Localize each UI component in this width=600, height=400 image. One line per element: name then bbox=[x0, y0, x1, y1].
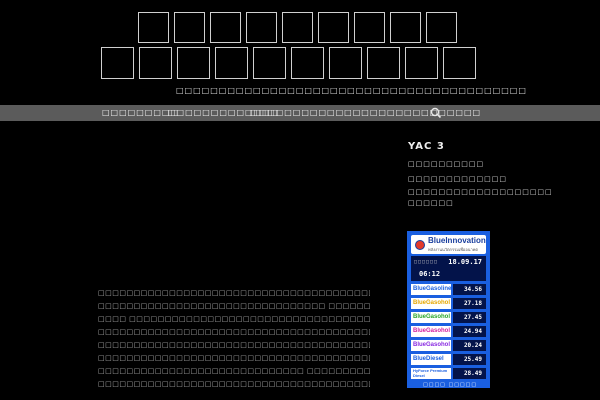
title-glyph bbox=[246, 12, 277, 43]
widget-footer: □□□□ □□□□□ bbox=[423, 382, 478, 388]
fuel-price: 34.56 bbox=[453, 284, 486, 295]
fuel-price: 27.18 bbox=[453, 298, 486, 309]
excerpt-line: □□□□□□□□□□□□□□□□□□□□□□□□□□□□□□□□□□□□□□□□… bbox=[98, 289, 370, 297]
title-glyph bbox=[174, 12, 205, 43]
fuel-price: 20.24 bbox=[453, 340, 486, 351]
excerpt-line: □□□□ □□□□□□□□□□□□□□□□□□□□□□□□□□□□□□□□□□□… bbox=[98, 315, 370, 323]
sidebar-widget-title: YAC 3 bbox=[408, 141, 445, 152]
site-title-row-2[interactable] bbox=[101, 47, 476, 79]
title-glyph bbox=[329, 47, 362, 79]
fuel-price-row: BlueGasoline 34.56 bbox=[411, 284, 486, 295]
title-glyph bbox=[210, 12, 241, 43]
fuel-name: HyForce Premium Diesel bbox=[411, 368, 451, 379]
main-navigation: □□□□□□□□□ □□□□□□□□□□□□□ □□□□□□□□□□□□□□□□… bbox=[0, 105, 600, 121]
title-glyph bbox=[253, 47, 286, 79]
fuel-price-row: BlueGasohol 27.45 bbox=[411, 312, 486, 323]
sidebar-link[interactable]: □□□□□□ bbox=[408, 199, 454, 207]
fuel-name: BlueDiesel bbox=[411, 354, 451, 365]
sidebar-link[interactable]: □□□□□□□□□□ bbox=[408, 160, 484, 168]
fuel-price: 25.49 bbox=[453, 354, 486, 365]
title-glyph bbox=[443, 47, 476, 79]
site-header: □□□□□□□□□□□□□□□□□□□□□□□□□□□□□□□□□□□□□□□□… bbox=[0, 0, 600, 105]
fuel-price: 24.94 bbox=[453, 326, 486, 337]
title-glyph bbox=[282, 12, 313, 43]
title-glyph bbox=[390, 12, 421, 43]
price-date: 18.09.17 bbox=[448, 258, 482, 266]
fuel-name: BlueGasohol bbox=[411, 326, 451, 337]
title-glyph bbox=[215, 47, 248, 79]
search-icon[interactable] bbox=[428, 105, 444, 121]
title-glyph bbox=[101, 47, 134, 79]
fuel-name: BlueGasohol bbox=[411, 298, 451, 309]
excerpt-line: □□□□□□□□□□□□□□□□□□□□□□□□□□□□□□□□□□□□□□□□… bbox=[98, 380, 370, 388]
fuel-price-row: BlueGasohol 20.24 bbox=[411, 340, 486, 351]
title-glyph bbox=[291, 47, 324, 79]
title-glyph bbox=[138, 12, 169, 43]
site-title-row-1[interactable] bbox=[138, 12, 457, 43]
sidebar-link[interactable]: □□□□□□□□□□□□□ bbox=[408, 175, 507, 183]
fuel-price-row: BlueDiesel 25.49 bbox=[411, 354, 486, 365]
drop-icon bbox=[415, 239, 425, 250]
excerpt-line: □□□□□□□□□□□□□□□□□□□□□□□□□□□□□ □□□□□□□□□□… bbox=[98, 367, 370, 375]
price-time: 06:12 bbox=[419, 270, 441, 278]
fuel-name: BlueGasoline bbox=[411, 284, 451, 295]
price-date-panel: □□□□□□ 18.09.17 06:12 bbox=[411, 256, 486, 281]
title-glyph bbox=[367, 47, 400, 79]
title-glyph bbox=[318, 12, 349, 43]
excerpt-line: □□□□□□□□□□□□□□□□□□□□□□□□□□□□□□□□□□□□□□□□… bbox=[98, 341, 370, 349]
fuel-price-row: BlueGasohol 27.18 bbox=[411, 298, 486, 309]
post-excerpt: □□□□□□□□□□□□□□□□□□□□□□□□□□□□□□□□□□□□□□ □□… bbox=[98, 287, 370, 391]
brand-name: BlueInnovation พลังงานนวัตกรรมเพื่ออนาคต bbox=[428, 235, 486, 252]
fuel-price-row: BlueGasohol 24.94 bbox=[411, 326, 486, 337]
sidebar-link[interactable]: □□□□□□□□□□□□□□□□□□□ bbox=[408, 188, 553, 196]
title-glyph bbox=[426, 12, 457, 43]
fuel-price: 27.45 bbox=[453, 312, 486, 323]
title-glyph bbox=[405, 47, 438, 79]
excerpt-line: □□□□□□□□□□□□□□□□□□□□□□□□□□□□□□□□□□□□□□□□… bbox=[98, 328, 370, 336]
fuel-price-row: HyForce Premium Diesel 28.49 bbox=[411, 368, 486, 379]
title-glyph bbox=[139, 47, 172, 79]
excerpt-line: □□□□□□□□□□□□□□□□□□□□□□□□□□□□□□□□□□□□□□□□… bbox=[98, 354, 370, 362]
fuel-price-widget[interactable]: BlueInnovation พลังงานนวัตกรรมเพื่ออนาคต… bbox=[407, 231, 490, 388]
fuel-price: 28.49 bbox=[453, 368, 486, 379]
nav-item-3[interactable]: □□□□□□□□□□□□□□□□□□□□□□□□□□□ bbox=[250, 105, 481, 121]
brand-logo: BlueInnovation พลังงานนวัตกรรมเพื่ออนาคต bbox=[411, 235, 486, 254]
date-label: □□□□□□ bbox=[414, 259, 439, 265]
fuel-name: BlueGasohol bbox=[411, 312, 451, 323]
title-glyph bbox=[177, 47, 210, 79]
site-tagline: □□□□□□□□□□□□□□□□□□□□□□□□□□□□□□□□□□□□□□□□… bbox=[176, 86, 527, 95]
excerpt-line: □□□□□□□□□□□□□□□□□□□□□□□□□□□□□□□□ □□□□□□□… bbox=[98, 302, 370, 310]
fuel-name: BlueGasohol bbox=[411, 340, 451, 351]
title-glyph bbox=[354, 12, 385, 43]
